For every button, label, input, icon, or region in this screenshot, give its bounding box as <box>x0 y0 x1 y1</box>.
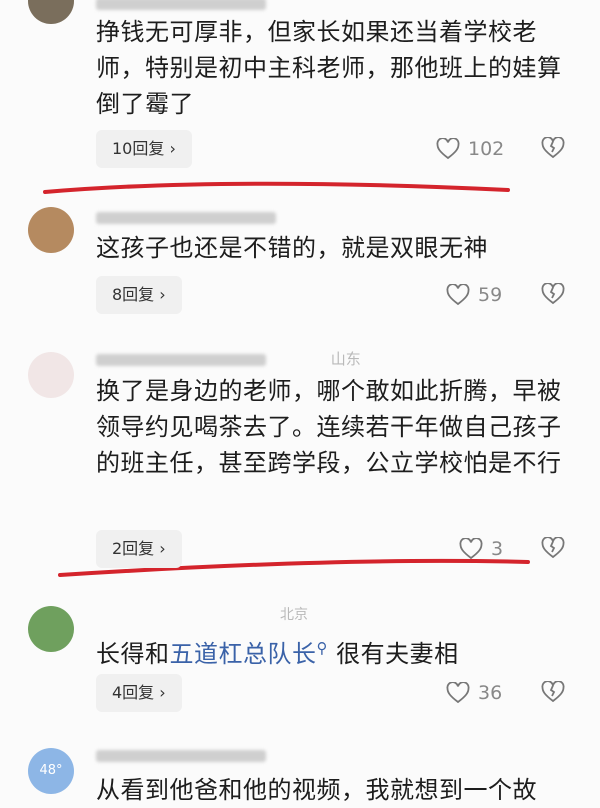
comment-location: 山东 <box>330 350 361 368</box>
like-count: 3 <box>491 538 504 560</box>
heart-icon <box>446 284 470 306</box>
replies-label: 4回复 <box>112 683 155 702</box>
replies-label: 2回复 <box>112 539 155 558</box>
dislike-button[interactable] <box>541 137 565 159</box>
avatar[interactable]: 48° <box>28 748 74 794</box>
avatar[interactable] <box>28 606 74 652</box>
chevron-right-icon: › <box>159 285 166 304</box>
search-icon: ⚲ <box>316 639 328 657</box>
chevron-right-icon: › <box>159 683 166 702</box>
avatar[interactable] <box>28 352 74 398</box>
comment-text: 换了是身边的老师，哪个敢如此折腾，早被领导约见喝茶去了。连续若干年做自己孩子的班… <box>96 377 562 477</box>
comment-meta: 山东 <box>96 348 361 369</box>
chevron-right-icon: › <box>159 539 166 558</box>
weather-temperature: 48° <box>39 763 63 778</box>
comment-meta <box>96 746 266 764</box>
like-count: 36 <box>478 682 503 704</box>
comment-meta <box>96 208 276 226</box>
replies-button[interactable]: 4回复 › <box>96 674 182 712</box>
like-button[interactable]: 3 <box>459 534 503 564</box>
like-count: 59 <box>478 284 503 306</box>
heart-icon <box>436 138 460 160</box>
comment-text: 这孩子也还是不错的，就是双眼无神 <box>96 234 488 262</box>
replies-button[interactable]: 10回复 › <box>96 130 192 168</box>
comment-text: 长得和五道杠总队长⚲ 很有夫妻相 <box>96 630 576 672</box>
replies-label: 8回复 <box>112 285 155 304</box>
replies-button[interactable]: 8回复 › <box>96 276 182 314</box>
avatar[interactable] <box>28 207 74 253</box>
heart-icon <box>459 538 483 560</box>
topic-link[interactable]: 五道杠总队长⚲ <box>169 639 329 668</box>
comment-meta <box>96 0 266 12</box>
replies-button[interactable]: 2回复 › <box>96 530 182 568</box>
like-button[interactable]: 36 <box>446 678 502 708</box>
like-button[interactable]: 102 <box>436 134 504 164</box>
comment-text-after: 很有夫妻相 <box>336 640 459 668</box>
topic-link-label: 五道杠总队长 <box>169 640 317 668</box>
comment-meta: 北京 <box>96 604 308 624</box>
comment-text: 挣钱无可厚非，但家长如果还当着学校老师，特别是初中主科老师，那他班上的娃算倒了霉… <box>96 18 562 118</box>
chevron-right-icon: › <box>169 139 176 158</box>
dislike-button[interactable] <box>541 283 565 305</box>
avatar[interactable] <box>28 0 74 24</box>
comment-location: 北京 <box>280 607 308 623</box>
dislike-button[interactable] <box>541 681 565 703</box>
like-button[interactable]: 59 <box>446 280 502 310</box>
replies-label: 10回复 <box>112 139 165 158</box>
like-count: 102 <box>468 138 505 160</box>
dislike-button[interactable] <box>541 537 565 559</box>
comment-text-before: 长得和 <box>96 640 170 668</box>
heart-icon <box>446 682 470 704</box>
